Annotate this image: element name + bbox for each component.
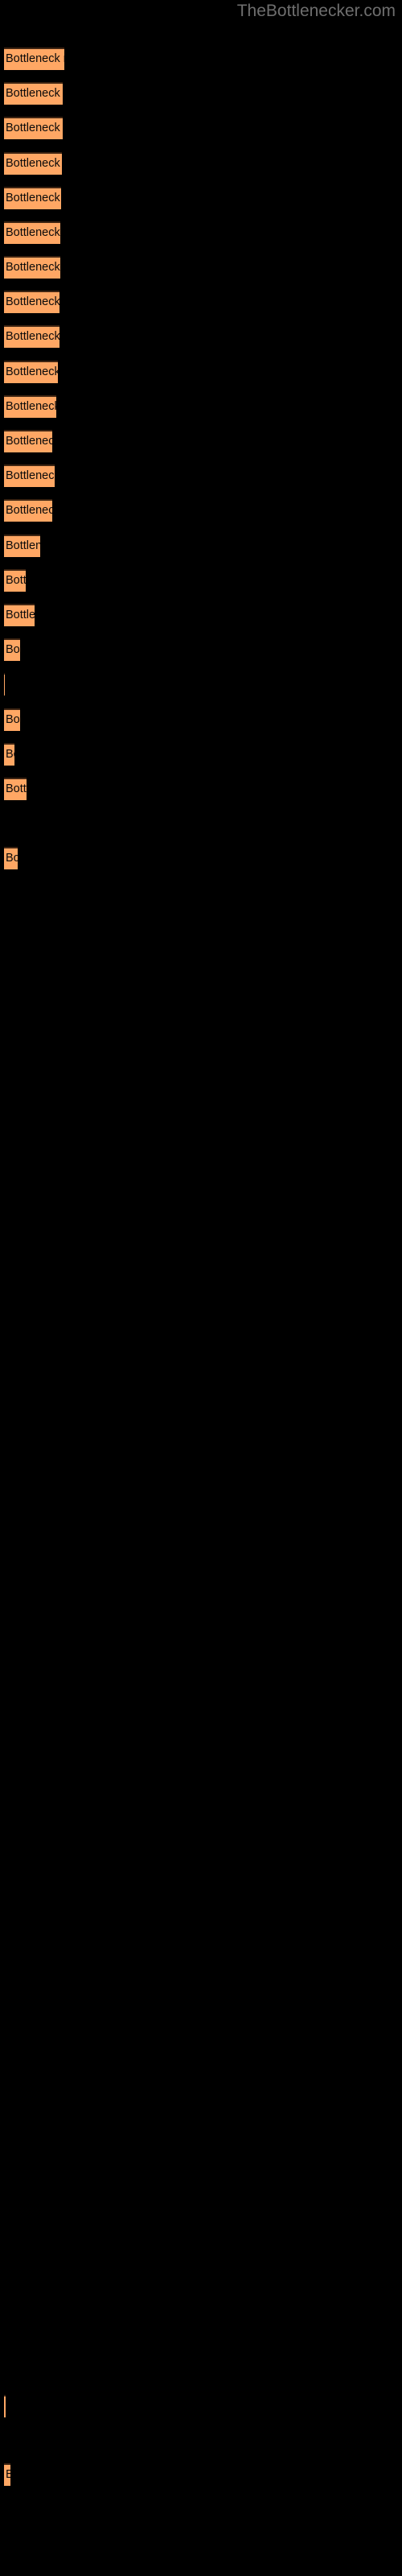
bar-fill — [4, 221, 60, 244]
bar-clip: Bottleneck result — [4, 535, 40, 557]
bar-clip: Bottleneck result — [4, 604, 35, 626]
bar-fill — [4, 256, 60, 279]
bar-row: Bottleneck result — [4, 847, 18, 869]
bar-row: Bottleneck result — [4, 778, 27, 800]
bar-clip: Bottleneck result — [4, 499, 52, 522]
bar-clip: Bottleneck result — [4, 256, 60, 279]
bar-clip: Bottleneck result — [4, 82, 63, 105]
bar-fill — [4, 2395, 6, 2417]
bar-clip: Bottleneck result — [4, 569, 26, 592]
bar-clip: Bottleneck result — [4, 187, 61, 209]
bar-fill — [4, 291, 59, 313]
bar-fill — [4, 604, 35, 626]
bar-clip: Bottleneck result — [4, 291, 59, 313]
bar-row: Bottleneck result — [4, 117, 63, 139]
bar-clip: Bottleneck result — [4, 47, 64, 70]
bar-fill — [4, 499, 52, 522]
bar-fill — [4, 47, 64, 70]
bar-clip: Bottleneck result — [4, 708, 20, 731]
bottleneck-bar-chart: TheBottlenecker.com Bottleneck resultBot… — [0, 0, 402, 2576]
bar-row: Bottleneck result — [4, 430, 52, 452]
bar-fill — [4, 464, 55, 487]
bar-fill — [4, 778, 27, 800]
bar-row: Bottleneck result — [4, 2463, 10, 2486]
bar-clip: Bottleneck result — [4, 847, 18, 869]
bar-fill — [4, 117, 63, 139]
bar-row: Bottleneck result — [4, 47, 64, 70]
bar-row: Bottleneck result — [4, 221, 60, 244]
bar-row: Bottleneck result — [4, 464, 55, 487]
bar-clip: Bottleneck result — [4, 325, 59, 348]
bar-row: Bottleneck result — [4, 708, 20, 731]
bar-clip: Bottleneck result — [4, 395, 56, 418]
bar-clip: Bottleneck result — [4, 673, 5, 696]
bar-row: Bottleneck result — [4, 673, 5, 696]
bar-fill — [4, 361, 58, 383]
bar-row: Bottleneck result — [4, 291, 59, 313]
bar-row: Bottleneck result — [4, 325, 59, 348]
bar-clip: Bottleneck result — [4, 117, 63, 139]
bar-fill — [4, 325, 59, 348]
bar-clip: Bottleneck result — [4, 778, 27, 800]
bar-fill — [4, 535, 40, 557]
bar-fill — [4, 743, 14, 766]
bar-row: Bottleneck result — [4, 82, 63, 105]
bar-row: Bottleneck result — [4, 187, 61, 209]
bar-fill — [4, 2463, 10, 2486]
chart-plot-area: Bottleneck result Bottleneck result Bottle… — [0, 0, 402, 2576]
bar-row: Bottleneck result — [4, 395, 56, 418]
bar-row: Bottleneck result — [4, 569, 26, 592]
bar-fill — [4, 152, 62, 175]
bar-fill — [4, 569, 26, 592]
bar-clip: Bottleneck result — [4, 361, 58, 383]
bar-clip: Bottleneck result — [4, 152, 62, 175]
bar-fill — [4, 395, 56, 418]
bar-fill — [4, 82, 63, 105]
bar-clip: Bottleneck result — [4, 464, 55, 487]
bar-row: Bottleneck result — [4, 499, 52, 522]
bar-row: Bottleneck result — [4, 2395, 6, 2417]
bar-row: Bottleneck result — [4, 152, 62, 175]
bar-row: Bottleneck result — [4, 256, 60, 279]
bar-fill — [4, 847, 18, 869]
bar-clip: Bottleneck result — [4, 221, 60, 244]
bar-clip: Bottleneck result — [4, 743, 14, 766]
bar-clip: Bottleneck result — [4, 2395, 6, 2417]
bar-row: Bottleneck result — [4, 638, 20, 661]
bar-fill — [4, 430, 52, 452]
bar-row: Bottleneck result — [4, 604, 35, 626]
bar-clip: Bottleneck result — [4, 430, 52, 452]
bar-fill — [4, 708, 20, 731]
bar-fill — [4, 673, 5, 696]
bar-row: Bottleneck result — [4, 535, 40, 557]
bar-clip: Bottleneck result — [4, 2463, 10, 2486]
bar-fill — [4, 187, 61, 209]
bar-row: Bottleneck result — [4, 743, 14, 766]
bar-clip: Bottleneck result — [4, 638, 20, 661]
bar-fill — [4, 638, 20, 661]
bar-row: Bottleneck result — [4, 361, 58, 383]
